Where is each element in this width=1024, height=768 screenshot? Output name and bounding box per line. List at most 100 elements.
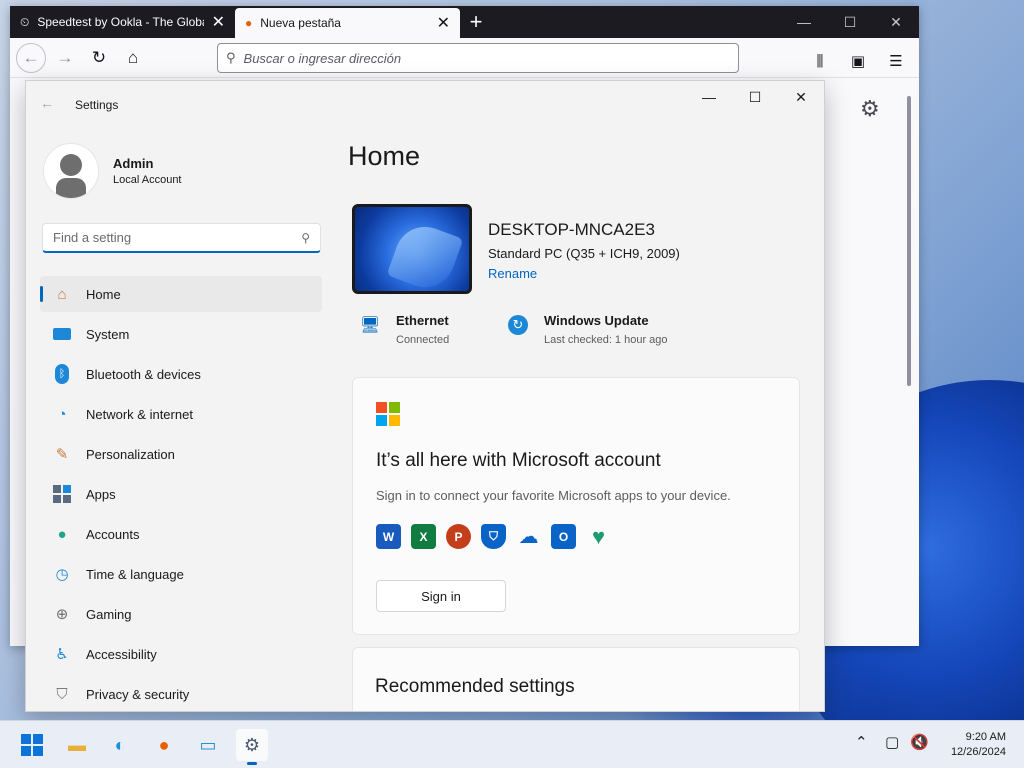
sidebar-item-label: Accounts xyxy=(86,526,140,542)
tab-title: Speedtest by Ookla - The Globa xyxy=(37,15,204,29)
firefox-icon[interactable]: ● xyxy=(148,729,180,761)
minimize-icon[interactable]: — xyxy=(686,81,732,113)
home-icon: ⌂ xyxy=(57,285,67,303)
ethernet-title: Ethernet xyxy=(396,313,449,328)
toolbar-right: ⫼ ▣ ☰ xyxy=(805,46,911,76)
edge-icon[interactable]: ◐ xyxy=(104,729,136,761)
windows-update-status[interactable]: ↻ Windows Update Last checked: 1 hour ag… xyxy=(506,313,668,346)
avatar xyxy=(43,143,99,199)
back-arrow-icon[interactable]: ← xyxy=(40,95,54,111)
sidebar-item-accessibility[interactable]: ♿ Accessibility xyxy=(40,636,322,672)
sidebar-item-gaming[interactable]: ⊕ Gaming xyxy=(40,596,322,632)
network-icon: ◔ xyxy=(57,405,67,423)
sidebar-item-accounts[interactable]: ● Accounts xyxy=(40,516,322,552)
library-icon[interactable]: ⫼ xyxy=(805,46,835,76)
clock[interactable]: 9:20 AM 12/26/2024 xyxy=(951,730,1006,760)
clock-time: 9:20 AM xyxy=(965,731,1006,743)
sidebar-item-network[interactable]: ◔ Network & internet xyxy=(40,396,322,432)
search-icon: ⚲ xyxy=(226,50,236,65)
close-icon[interactable]: ✕ xyxy=(873,6,919,38)
sidebar-item-home[interactable]: ⌂ Home xyxy=(40,276,322,312)
sidebar-icon[interactable]: ▣ xyxy=(843,46,873,76)
settings-nav: ⌂ Home System ᛒ Bluetooth & devices ◔ Ne… xyxy=(40,276,322,711)
sidebar-item-label: Bluetooth & devices xyxy=(86,366,201,382)
show-hidden-icons-icon[interactable]: ⌃ xyxy=(855,733,868,751)
family-safety-icon: ♥ xyxy=(591,523,606,549)
forward-icon[interactable]: → xyxy=(50,43,80,73)
close-icon[interactable]: ✕ xyxy=(778,81,824,113)
firefox-favicon-icon: ● xyxy=(245,16,253,30)
close-tab-icon[interactable]: ✕ xyxy=(437,13,450,33)
maximize-icon[interactable]: ☐ xyxy=(827,6,873,38)
back-icon[interactable]: ← xyxy=(16,42,46,73)
url-bar[interactable]: ⚲ Buscar o ingresar dirección xyxy=(217,43,739,73)
title-bar: ← Settings — ☐ ✕ xyxy=(26,81,824,129)
sidebar-item-bluetooth[interactable]: ᛒ Bluetooth & devices xyxy=(40,356,322,392)
ethernet-sub: Connected xyxy=(396,334,450,346)
sidebar-item-time-language[interactable]: ◷ Time & language xyxy=(40,556,322,592)
accounts-icon: ● xyxy=(57,525,67,543)
sidebar-item-label: Home xyxy=(86,286,121,302)
settings-icon[interactable]: ⚙ xyxy=(236,729,268,765)
update-sub: Last checked: 1 hour ago xyxy=(544,334,668,346)
card-title: It’s all here with Microsoft account xyxy=(376,450,661,471)
microsoft-account-card: It’s all here with Microsoft account Sig… xyxy=(352,377,800,635)
user-name: Admin xyxy=(113,156,154,171)
reload-icon[interactable]: ↻ xyxy=(84,43,114,73)
device-model: Standard PC (Q35 + ICH9, 2009) xyxy=(488,246,680,261)
network-tray-icon[interactable]: ▢ xyxy=(885,733,899,751)
clock-date: 12/26/2024 xyxy=(950,746,1006,758)
speedtest-favicon-icon: ⏲ xyxy=(20,14,30,29)
new-tab-button[interactable]: + xyxy=(460,6,492,38)
tab-new[interactable]: ● Nueva pestaña ✕ xyxy=(235,8,460,38)
outlook-icon: O xyxy=(551,524,576,549)
gear-icon[interactable]: ⚙ xyxy=(860,96,880,122)
powerpoint-icon: P xyxy=(446,524,471,549)
sign-in-button[interactable]: Sign in xyxy=(376,580,506,612)
gamepad-icon: ⊕ xyxy=(55,606,69,623)
sidebar-item-apps[interactable]: Apps xyxy=(40,476,322,512)
sidebar-item-label: Time & language xyxy=(86,566,184,582)
scrollbar[interactable] xyxy=(907,96,911,386)
device-thumbnail xyxy=(352,204,472,294)
volume-muted-icon[interactable]: 🔇 xyxy=(910,733,929,751)
window-controls: — ☐ ✕ xyxy=(781,6,919,38)
tab-title: Nueva pestaña xyxy=(260,16,341,30)
ethernet-icon: 🖥 xyxy=(359,317,381,334)
sidebar-item-privacy[interactable]: ⛉ Privacy & security xyxy=(40,676,322,711)
sidebar-item-label: System xyxy=(86,326,130,342)
minimize-icon[interactable]: — xyxy=(781,6,827,38)
remote-desktop-icon[interactable]: ▭ xyxy=(192,729,224,761)
card-desc: Sign in to connect your favorite Microso… xyxy=(376,488,731,503)
system-icon xyxy=(52,324,72,344)
update-icon: ↻ xyxy=(506,313,530,337)
file-explorer-icon[interactable]: ▬ xyxy=(61,729,93,761)
taskbar: ▬ ◐ ● ▭ ⚙ ⌃ ▢ 🔇 9:20 AM 12/26/2024 xyxy=(0,720,1024,768)
url-placeholder: Buscar o ingresar dirección xyxy=(243,50,402,66)
word-icon: W xyxy=(376,524,401,549)
onedrive-icon: ☁ xyxy=(518,526,539,548)
window-controls: — ☐ ✕ xyxy=(686,81,824,113)
sidebar-item-label: Personalization xyxy=(86,446,175,462)
close-tab-icon[interactable]: ✕ xyxy=(212,12,225,32)
recommended-title: Recommended settings xyxy=(375,676,575,697)
window-title: Settings xyxy=(75,98,119,112)
recommended-settings-card: Recommended settings xyxy=(352,647,800,711)
sidebar-item-label: Network & internet xyxy=(86,406,193,422)
menu-icon[interactable]: ☰ xyxy=(881,46,911,76)
maximize-icon[interactable]: ☐ xyxy=(732,81,778,113)
home-icon[interactable]: ⌂ xyxy=(118,43,148,73)
sidebar-item-system[interactable]: System xyxy=(40,316,322,352)
tab-speedtest[interactable]: ⏲ Speedtest by Ookla - The Globa ✕ xyxy=(10,6,235,38)
user-profile[interactable]: Admin Local Account xyxy=(43,143,182,199)
microsoft-logo-icon xyxy=(376,402,400,426)
update-title: Windows Update xyxy=(544,313,649,328)
search-input[interactable]: Find a setting ⚲ xyxy=(42,223,321,253)
search-placeholder: Find a setting xyxy=(53,230,132,245)
rename-link[interactable]: Rename xyxy=(488,266,537,281)
sidebar-item-personalization[interactable]: ✎ Personalization xyxy=(40,436,322,472)
ethernet-status[interactable]: 🖥 Ethernet Connected xyxy=(358,313,449,346)
main-content: Home DESKTOP-MNCA2E3 Standard PC (Q35 + … xyxy=(348,137,808,711)
shield-icon: ⛉ xyxy=(56,685,68,703)
start-icon[interactable] xyxy=(16,729,48,761)
